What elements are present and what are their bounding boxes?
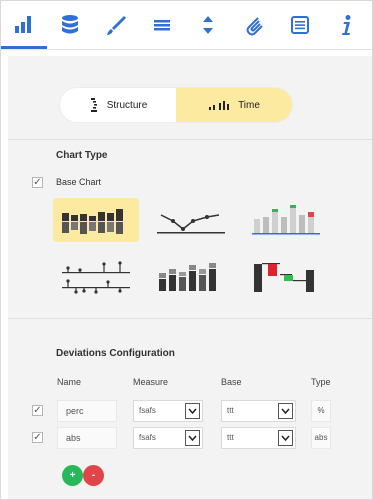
chevron-down-icon (185, 403, 200, 419)
tab-list[interactable] (277, 1, 323, 49)
measure-value: fsafs (139, 433, 156, 442)
deviation-row-checkbox[interactable]: ✓ (32, 432, 43, 443)
structure-option[interactable]: Structure (60, 88, 176, 122)
sort-icon (203, 16, 213, 34)
database-icon (62, 15, 78, 34)
tab-attachments[interactable] (231, 1, 277, 49)
time-label: Time (238, 99, 260, 111)
deviation-name-input[interactable]: perc (57, 400, 117, 422)
column-header-type: Type (311, 377, 331, 387)
line-chart-icon (157, 214, 225, 234)
deviations-heading: Deviations Configuration (56, 348, 175, 359)
bar-deviation-chart-icon (62, 209, 123, 234)
lines-icon (154, 20, 170, 31)
divider (8, 318, 372, 319)
tab-data[interactable] (47, 1, 93, 49)
measure-value: fsafs (139, 406, 156, 415)
time-bars-icon (209, 101, 230, 110)
deviation-name-input[interactable]: abs (57, 427, 117, 449)
measure-select[interactable]: fsafs (133, 427, 203, 449)
base-chart-label: Base Chart (56, 177, 102, 187)
settings-panel: Structure Time Chart Type ✓ Base Chart D… (0, 0, 373, 500)
base-select[interactable]: ttt (221, 400, 296, 422)
base-value: ttt (227, 433, 234, 442)
paperclip-icon (246, 17, 263, 36)
measure-select[interactable]: fsafs (133, 400, 203, 422)
chart-option-variance[interactable] (243, 198, 329, 242)
column-header-name: Name (57, 377, 82, 387)
mode-toggle: Structure Time (60, 88, 292, 122)
chart-option-stacked[interactable] (148, 256, 234, 300)
tab-chart[interactable] (1, 1, 47, 49)
bar-chart-icon (15, 15, 31, 33)
chart-option-bar-deviation[interactable] (53, 198, 139, 242)
chevron-down-icon (278, 403, 293, 419)
tab-sort[interactable] (185, 1, 231, 49)
chevron-down-icon (278, 430, 293, 446)
variance-bars-icon (252, 205, 320, 235)
structure-icon (90, 98, 97, 112)
column-header-base: Base (221, 377, 242, 387)
toolbar (1, 1, 372, 50)
stacked-bars-icon (159, 263, 216, 291)
chart-option-waterfall[interactable] (243, 256, 329, 300)
chart-option-pin[interactable] (53, 256, 139, 300)
tab-lines[interactable] (139, 1, 185, 49)
list-icon (291, 16, 309, 34)
time-option[interactable]: Time (176, 88, 292, 122)
pin-chart-icon (62, 261, 130, 294)
chart-option-line[interactable] (148, 198, 234, 242)
remove-deviation-button[interactable]: - (83, 465, 104, 486)
divider (8, 139, 372, 140)
chevron-down-icon (185, 430, 200, 446)
chart-settings: Structure Time Chart Type ✓ Base Chart D… (8, 56, 372, 499)
brush-icon (107, 16, 126, 35)
add-deviation-button[interactable]: + (62, 465, 83, 486)
deviation-type[interactable]: abs (311, 427, 331, 449)
base-select[interactable]: ttt (221, 427, 296, 449)
info-icon (342, 15, 351, 35)
column-header-measure: Measure (133, 377, 169, 387)
base-chart-checkbox[interactable]: ✓ (32, 177, 43, 188)
waterfall-chart-icon (254, 263, 314, 292)
base-value: ttt (227, 406, 234, 415)
deviation-row-checkbox[interactable]: ✓ (32, 405, 43, 416)
structure-label: Structure (106, 99, 148, 111)
tab-info[interactable] (323, 1, 369, 49)
chart-type-heading: Chart Type (56, 150, 108, 161)
tab-appearance[interactable] (93, 1, 139, 49)
deviation-type[interactable]: % (311, 400, 331, 422)
